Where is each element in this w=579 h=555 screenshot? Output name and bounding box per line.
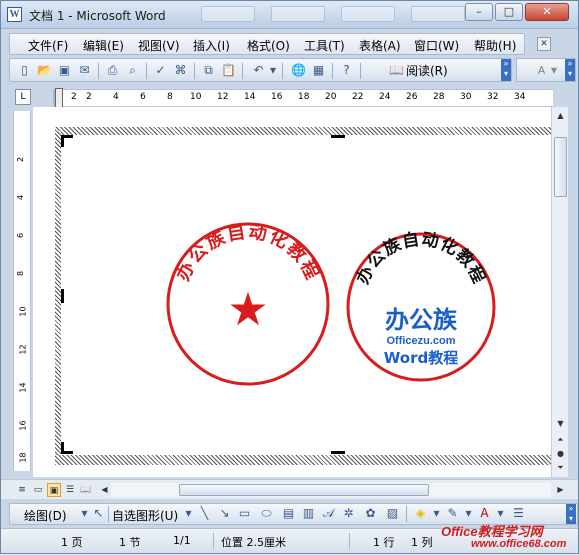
status-page: 1 页 bbox=[61, 536, 83, 549]
status-column: 1 列 bbox=[411, 536, 433, 549]
word-window: W 文档 1 - Microsoft Word – □ ✕ 文件(F) 编辑(E… bbox=[0, 0, 579, 554]
oval-icon[interactable]: ⬭ bbox=[258, 505, 275, 522]
arrow-icon[interactable]: ↘ bbox=[216, 505, 233, 522]
normal-view-icon[interactable]: ≡ bbox=[15, 483, 29, 497]
status-section: 1 节 bbox=[119, 536, 141, 549]
line-style-icon[interactable]: ☰ bbox=[510, 505, 527, 522]
horizontal-scrollbar[interactable] bbox=[111, 483, 551, 497]
toolbar-separator bbox=[108, 506, 109, 522]
scroll-right-icon[interactable]: ▶ bbox=[553, 483, 568, 497]
scroll-up-icon[interactable]: ▲ bbox=[553, 109, 568, 123]
wordart-icon[interactable]: 𝒜 bbox=[320, 505, 337, 522]
line-color-icon[interactable]: ✎ bbox=[444, 505, 461, 522]
horizontal-scroll-area: ≡ ▭ ▣ ☰ 📖 ◀ ▶ bbox=[1, 479, 578, 499]
previous-page-icon[interactable]: ⏶ bbox=[553, 433, 568, 447]
outline-view-icon[interactable]: ☰ bbox=[63, 483, 77, 497]
officezu-logo: 办公族 bbox=[385, 306, 458, 334]
font-color-dropdown-icon[interactable]: ▾ bbox=[492, 505, 509, 522]
next-page-icon[interactable]: ⏷ bbox=[553, 461, 568, 475]
scroll-left-icon[interactable]: ◀ bbox=[97, 483, 112, 497]
line-color-dropdown-icon[interactable]: ▾ bbox=[460, 505, 477, 522]
horizontal-scroll-thumb[interactable] bbox=[179, 484, 429, 496]
text-box-icon[interactable]: ▤ bbox=[280, 505, 297, 522]
reading-view-icon[interactable]: 📖 bbox=[79, 483, 93, 497]
web-view-icon[interactable]: ▭ bbox=[31, 483, 45, 497]
draw-menu-button[interactable]: 绘图(D) bbox=[24, 507, 67, 524]
font-color-icon[interactable]: A bbox=[476, 505, 493, 522]
line-icon[interactable]: ╲ bbox=[196, 505, 213, 522]
status-page-count: 1/1 bbox=[173, 534, 191, 547]
diagram-icon[interactable]: ✲ bbox=[340, 505, 357, 522]
rectangle-icon[interactable]: ▭ bbox=[236, 505, 253, 522]
picture-icon[interactable]: ▨ bbox=[384, 505, 401, 522]
scroll-down-icon[interactable]: ▼ bbox=[553, 417, 568, 431]
right-stamp-text[interactable]: 办公族自动化教程 bbox=[352, 229, 489, 288]
select-objects-icon[interactable]: ↖ bbox=[90, 505, 107, 522]
print-view-icon[interactable]: ▣ bbox=[47, 483, 61, 497]
vertical-scrollbar[interactable]: ▲ ▼ ⏶ ● ⏷ bbox=[551, 107, 568, 477]
status-separator bbox=[213, 533, 214, 549]
watermark-url: www.office68.com bbox=[471, 538, 567, 550]
stamps-layer: 办公族自动化教程 ★ 办公族自动化教程 办公族 Officezu.com Wor… bbox=[166, 220, 496, 386]
vertical-text-box-icon[interactable]: ▥ bbox=[300, 505, 317, 522]
star-icon[interactable]: ★ bbox=[227, 282, 268, 336]
fill-color-icon[interactable]: ◈ bbox=[412, 505, 429, 522]
drawing-options-icon[interactable]: » ▾ bbox=[566, 504, 576, 524]
status-line: 1 行 bbox=[373, 536, 395, 549]
officezu-domain: Officezu.com bbox=[386, 335, 455, 347]
left-stamp-text[interactable]: 办公族自动化教程 bbox=[172, 220, 324, 284]
status-separator bbox=[349, 533, 350, 549]
word-tutorial-label: Word教程 bbox=[384, 349, 458, 367]
autoshapes-button[interactable]: 自选图形(U) bbox=[112, 507, 178, 524]
vertical-scroll-thumb[interactable] bbox=[554, 137, 567, 197]
toolbar-separator bbox=[406, 506, 407, 522]
autoshapes-dropdown-icon[interactable]: ▾ bbox=[180, 505, 197, 522]
browse-object-icon[interactable]: ● bbox=[553, 447, 568, 461]
status-position: 位置 2.5厘米 bbox=[221, 536, 286, 549]
fill-color-dropdown-icon[interactable]: ▾ bbox=[428, 505, 445, 522]
clip-art-icon[interactable]: ✿ bbox=[362, 505, 379, 522]
